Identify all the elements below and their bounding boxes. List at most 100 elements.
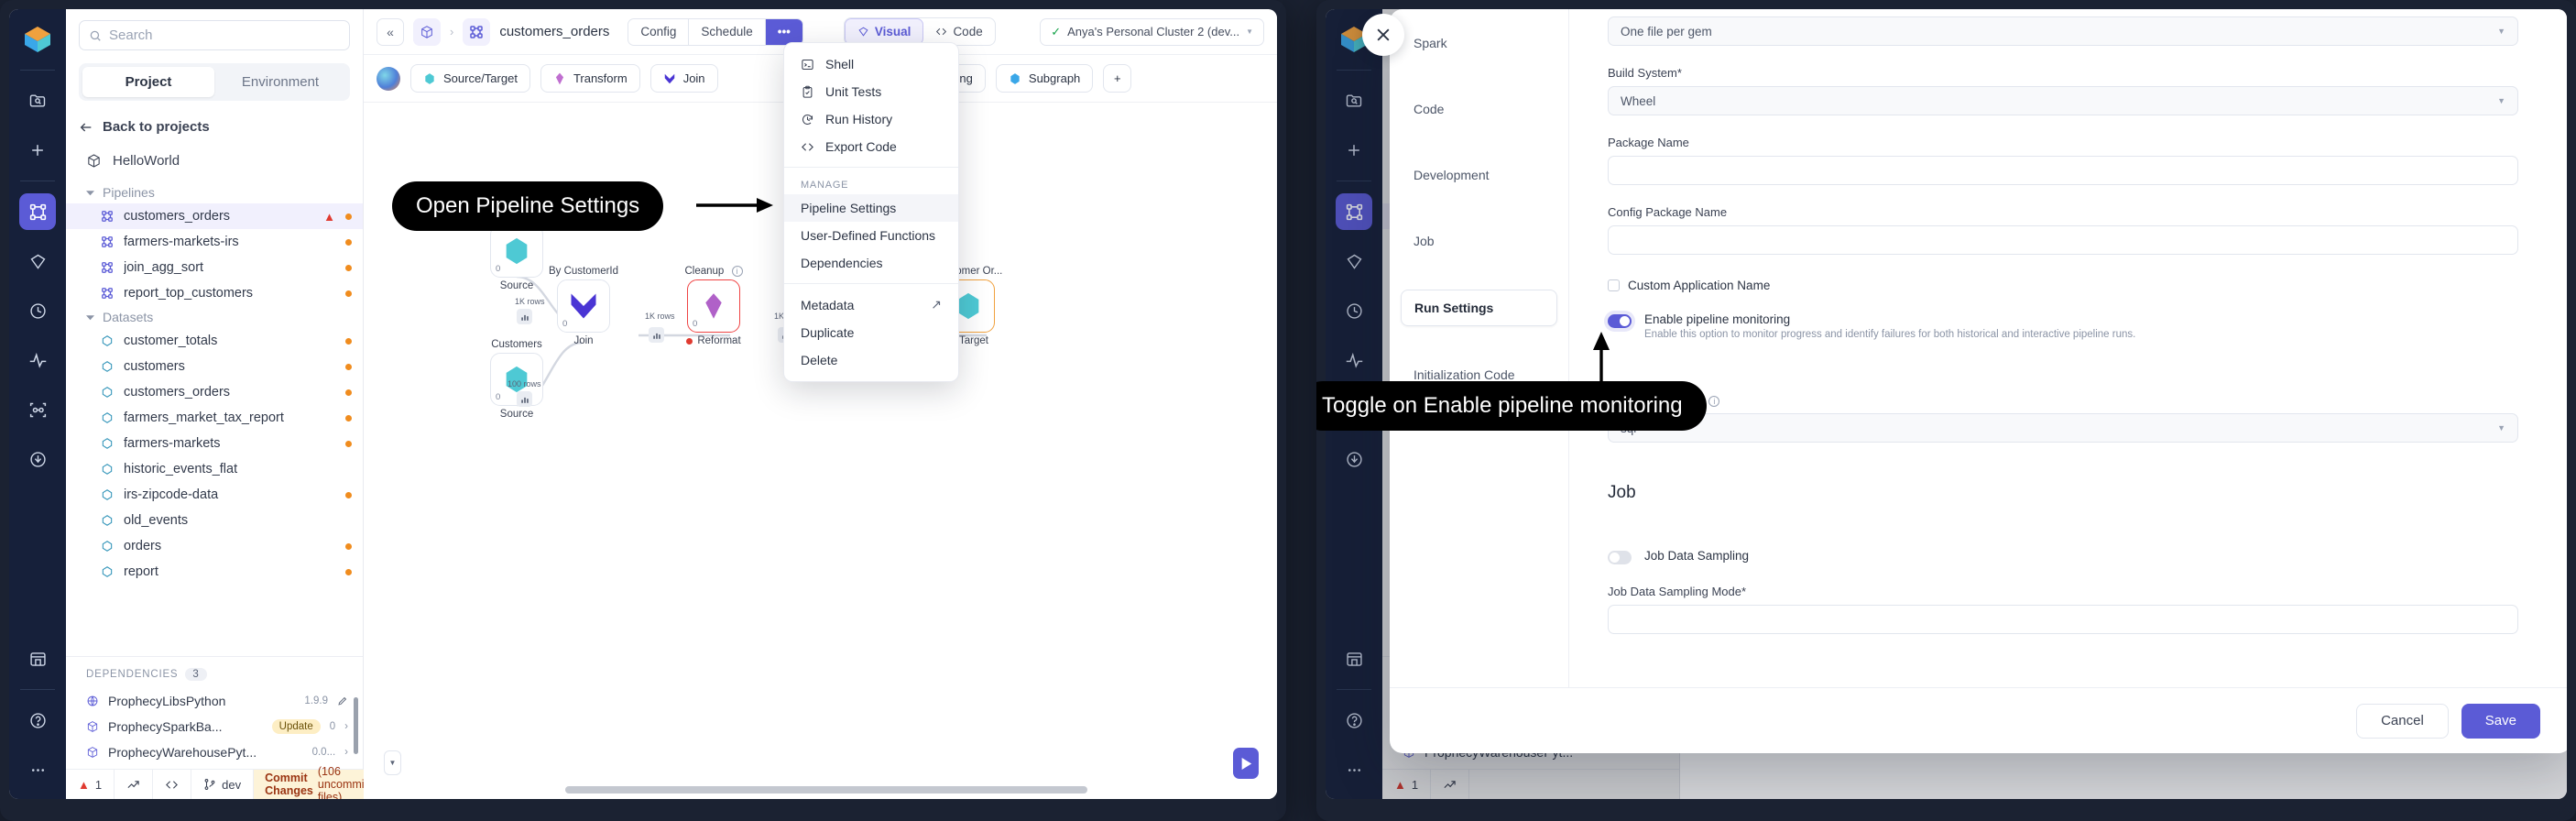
dataset-item-customer_totals[interactable]: customer_totals bbox=[66, 328, 363, 354]
run-button[interactable] bbox=[1233, 748, 1259, 779]
nav-item-spark[interactable]: Spark bbox=[1401, 26, 1557, 60]
close-dialog-button[interactable] bbox=[1362, 14, 1404, 56]
tab-visual[interactable]: Visual bbox=[844, 18, 924, 45]
more-menu-button[interactable]: ••• bbox=[765, 18, 802, 45]
monitoring-toggle-row[interactable]: Enable pipeline monitoring Enable this o… bbox=[1608, 312, 2518, 340]
node-box[interactable]: 0 bbox=[687, 279, 740, 334]
nav-item-job[interactable]: Job bbox=[1401, 224, 1557, 258]
plus-icon[interactable] bbox=[19, 132, 56, 169]
cancel-button[interactable]: Cancel bbox=[2356, 703, 2449, 739]
menu-item-duplicate[interactable]: Duplicate bbox=[784, 319, 958, 346]
tab-environment[interactable]: Environment bbox=[214, 67, 346, 97]
cluster-selector[interactable]: ✓ Anya's Personal Cluster 2 (dev... ▼ bbox=[1040, 17, 1264, 46]
dataset-item-historic_events_flat[interactable]: historic_events_flat bbox=[66, 456, 363, 482]
dependencies-scrollbar[interactable] bbox=[354, 697, 358, 754]
breadcrumb-pipeline-icon[interactable] bbox=[463, 17, 491, 46]
dependency-row[interactable]: ProphecyWarehousePyt... 0.0... › bbox=[66, 739, 363, 765]
search-folder-icon[interactable] bbox=[19, 82, 56, 119]
clock-icon[interactable] bbox=[19, 292, 56, 329]
dataset-item-report[interactable]: report bbox=[66, 559, 363, 585]
zoom-dropdown[interactable]: ▼ bbox=[384, 750, 401, 775]
edge-preview-button[interactable] bbox=[517, 309, 532, 324]
menu-item-metadata[interactable]: Metadata ↗ bbox=[784, 290, 958, 319]
breadcrumb-project-icon[interactable] bbox=[413, 17, 441, 46]
palette-join[interactable]: Join bbox=[649, 64, 718, 93]
search-input[interactable]: Search bbox=[79, 20, 350, 50]
graph-node-by-customerid[interactable]: By CustomerId 0 Join bbox=[530, 266, 637, 346]
build-system-select[interactable]: Wheel ▼ bbox=[1608, 86, 2518, 115]
menu-item-pipeline-settings[interactable]: Pipeline Settings bbox=[784, 194, 958, 222]
save-button[interactable]: Save bbox=[2461, 703, 2540, 739]
chevron-right-icon[interactable]: › bbox=[344, 721, 348, 732]
dataset-item-farmers_market_tax_report[interactable]: farmers_market_tax_report bbox=[66, 405, 363, 431]
enable-pipeline-monitoring-toggle[interactable] bbox=[1608, 314, 1632, 328]
nav-item-run-settings[interactable]: Run Settings bbox=[1401, 290, 1557, 326]
update-badge[interactable]: Update bbox=[271, 719, 321, 734]
palette-source-target[interactable]: Source/Target bbox=[410, 64, 530, 93]
menu-item-run-history[interactable]: Run History bbox=[784, 105, 958, 133]
config-package-name-input[interactable] bbox=[1608, 225, 2518, 255]
job-data-sampling-mode-select[interactable] bbox=[1608, 605, 2518, 634]
package-name-input[interactable] bbox=[1608, 156, 2518, 185]
nav-item-development[interactable]: Development bbox=[1401, 158, 1557, 192]
pipeline-item-farmers-markets-irs[interactable]: farmers-markets-irs bbox=[66, 229, 363, 255]
edit-icon[interactable] bbox=[337, 695, 348, 706]
job-sampling-row[interactable]: Job Data Sampling bbox=[1608, 549, 2518, 564]
nav-item-code[interactable]: Code bbox=[1401, 92, 1557, 126]
copilot-orb-icon[interactable] bbox=[377, 66, 400, 91]
project-row[interactable]: HelloWorld bbox=[86, 153, 350, 169]
custom-app-name-checkbox[interactable] bbox=[1608, 279, 1620, 291]
pipeline-item-customers_orders[interactable]: customers_orders ▲ bbox=[66, 203, 363, 229]
dataset-item-irs-zipcode-data[interactable]: irs-zipcode-data bbox=[66, 482, 363, 508]
menu-item-shell[interactable]: Shell bbox=[784, 50, 958, 78]
back-to-projects[interactable]: Back to projects bbox=[79, 119, 350, 135]
info-icon[interactable]: i bbox=[1708, 395, 1720, 407]
pipeline-item-join_agg_sort[interactable]: join_agg_sort bbox=[66, 255, 363, 280]
palette-subgraph[interactable]: Subgraph bbox=[995, 64, 1094, 93]
pipeline-item-report_top_customers[interactable]: report_top_customers bbox=[66, 280, 363, 306]
info-icon[interactable]: i bbox=[731, 266, 743, 277]
graph-node-cleanup[interactable]: Cleanup i 0 Reformat bbox=[660, 266, 767, 346]
bookmark-icon[interactable] bbox=[19, 640, 56, 677]
dataset-item-old_events[interactable]: old_events bbox=[66, 508, 363, 533]
edge-preview-button[interactable] bbox=[649, 327, 664, 343]
dependency-row[interactable]: ProphecySparkBa... Update 0 › bbox=[66, 714, 363, 739]
canvas-hscrollbar[interactable] bbox=[364, 786, 1277, 794]
gem-icon[interactable] bbox=[19, 243, 56, 279]
visual-language-select[interactable]: sql ▼ bbox=[1608, 413, 2518, 443]
group-pipelines[interactable]: Pipelines bbox=[66, 181, 363, 203]
tab-project[interactable]: Project bbox=[82, 67, 214, 97]
dependency-row[interactable]: ProphecyLibsPython 1.9.9 bbox=[66, 688, 363, 714]
download-icon[interactable] bbox=[19, 441, 56, 477]
menu-item-user-defined-functions[interactable]: User-Defined Functions bbox=[784, 222, 958, 249]
palette-transform[interactable]: Transform bbox=[540, 64, 640, 93]
menu-item-unit-tests[interactable]: Unit Tests bbox=[784, 78, 958, 105]
menu-item-delete[interactable]: Delete bbox=[784, 346, 958, 374]
more-icon[interactable] bbox=[19, 751, 56, 788]
custom-app-name-row[interactable]: Custom Application Name bbox=[1608, 279, 2518, 292]
tab-code[interactable]: Code bbox=[923, 18, 994, 45]
dataset-item-farmers-markets[interactable]: farmers-markets bbox=[66, 431, 363, 456]
group-datasets[interactable]: Datasets bbox=[66, 306, 363, 328]
subgraph-icon[interactable] bbox=[19, 391, 56, 428]
activity-icon[interactable] bbox=[19, 342, 56, 378]
dataset-item-orders[interactable]: orders bbox=[66, 533, 363, 559]
chevron-right-icon[interactable]: › bbox=[344, 747, 348, 758]
edge-preview-button[interactable] bbox=[517, 391, 532, 407]
error-count-cell[interactable]: ▲ 1 bbox=[66, 770, 115, 799]
dataset-item-customers_orders[interactable]: customers_orders bbox=[66, 379, 363, 405]
dataset-item-customers[interactable]: customers bbox=[66, 354, 363, 379]
branch-cell[interactable]: dev bbox=[191, 770, 255, 799]
tab-config[interactable]: Config bbox=[628, 18, 690, 45]
help-icon[interactable] bbox=[19, 702, 56, 739]
palette-add-button[interactable]: + bbox=[1103, 64, 1132, 93]
file-layout-select[interactable]: One file per gem ▼ bbox=[1608, 16, 2518, 46]
menu-item-dependencies[interactable]: Dependencies bbox=[784, 249, 958, 277]
pipeline-icon[interactable] bbox=[19, 193, 56, 230]
trend-icon-cell[interactable] bbox=[115, 770, 154, 799]
node-box[interactable]: 0 bbox=[557, 279, 610, 333]
collapse-sidebar-button[interactable]: « bbox=[377, 17, 404, 46]
tab-schedule[interactable]: Schedule bbox=[689, 18, 766, 45]
job-data-sampling-toggle[interactable] bbox=[1608, 551, 1632, 564]
code-icon-cell[interactable] bbox=[153, 770, 192, 799]
